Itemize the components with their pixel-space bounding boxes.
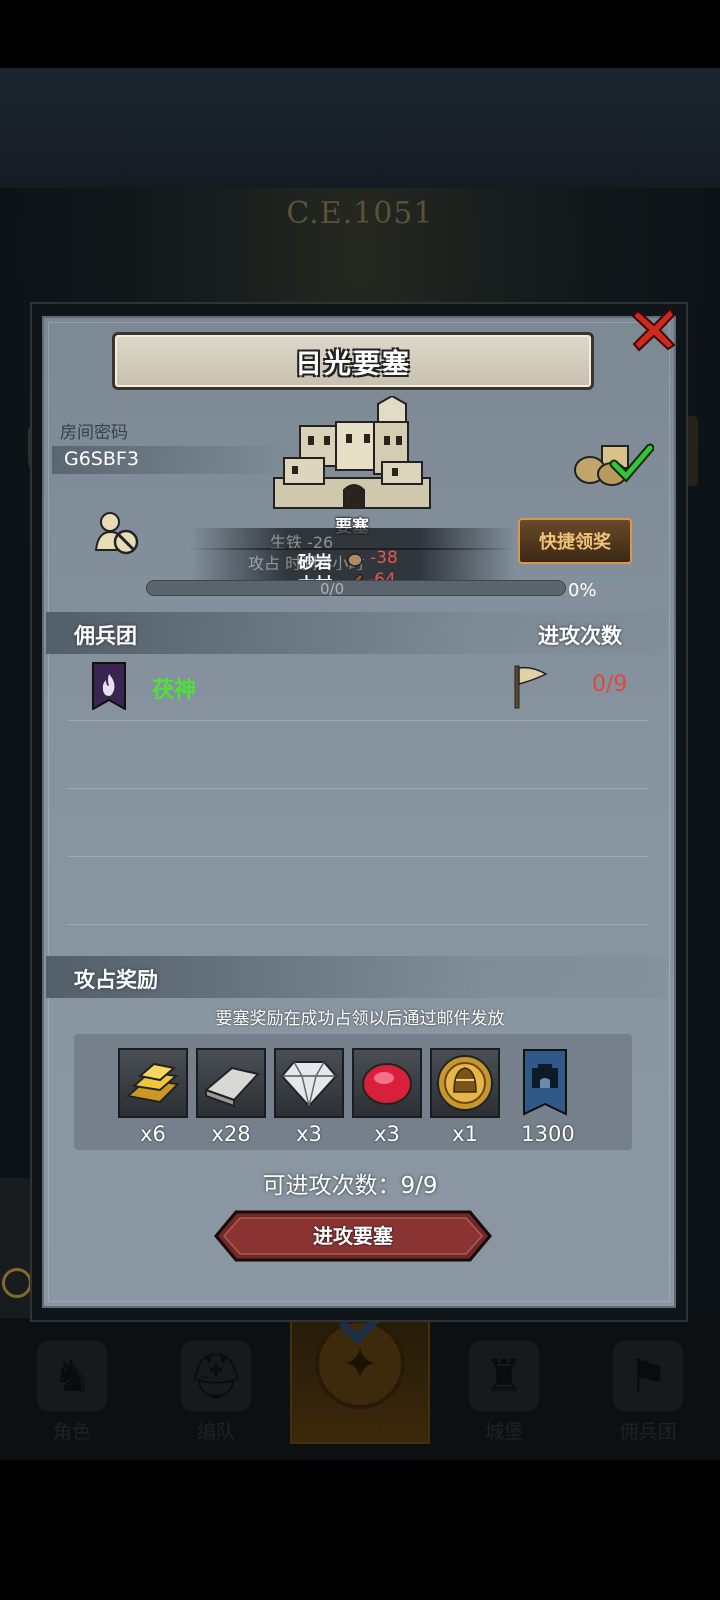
reward-qty: 1300	[521, 1122, 575, 1146]
bottom-area	[0, 1460, 720, 1600]
list-item[interactable]	[46, 654, 666, 720]
progress-percent: 0%	[568, 580, 597, 601]
reward-item[interactable]	[430, 1048, 500, 1118]
capture-progress-bar	[146, 580, 566, 596]
reward-item[interactable]	[274, 1048, 344, 1118]
gold-bar-icon	[125, 1062, 181, 1104]
quick-claim-button[interactable]: 快捷领奖	[518, 518, 632, 564]
attacks-available: 可进攻次数：9/9	[262, 1173, 438, 1199]
reward-item[interactable]	[196, 1048, 266, 1118]
iron-ingot-icon	[204, 1066, 260, 1108]
row-divider	[68, 856, 648, 857]
reward-qty: x3	[296, 1122, 322, 1146]
progress-ghost-text: 0/0	[320, 580, 345, 598]
stone-cost: -38	[370, 548, 398, 568]
quick-claim-label: 快捷领奖	[539, 532, 611, 553]
room-code-label: 房间密码	[60, 423, 128, 443]
diamond-icon	[280, 1061, 338, 1108]
reward-note: 要塞奖励在成功占领以后通过邮件发放	[215, 1009, 505, 1029]
row-divider	[68, 924, 648, 925]
reward-qty: x6	[140, 1122, 166, 1146]
mercenary-section-title: 佣兵团	[74, 624, 137, 648]
guild-attack-count: 0/9	[592, 672, 628, 697]
fortress-banner-icon[interactable]	[522, 1048, 568, 1118]
header-band	[0, 68, 720, 188]
sandstone-icon	[347, 553, 363, 567]
reward-qty: x3	[374, 1122, 400, 1146]
guild-name: 茯神	[152, 678, 197, 703]
resource-row-iron: 生铁 -26	[190, 528, 516, 552]
no-user-icon[interactable]	[94, 510, 140, 556]
attack-count-title: 进攻次数	[538, 624, 622, 648]
status-bar-area	[0, 0, 720, 68]
attack-fortress-button[interactable]: 进攻要塞	[214, 1210, 492, 1262]
guild-emblem-icon	[92, 662, 126, 710]
reward-item[interactable]	[352, 1048, 422, 1118]
fortress-icon	[273, 396, 431, 509]
gold-coin-icon	[437, 1055, 493, 1111]
row-divider	[68, 720, 648, 721]
flag-icon	[514, 665, 548, 709]
row-divider	[68, 788, 648, 789]
reward-qty: x28	[211, 1122, 251, 1146]
dialog-title-banner: 日光要塞	[112, 332, 594, 390]
reward-section-title: 攻占奖励	[74, 968, 158, 992]
reward-item[interactable]	[118, 1048, 188, 1118]
ruby-icon	[362, 1063, 412, 1105]
reward-qty: x1	[452, 1122, 478, 1146]
dialog-title: 日光要塞	[295, 348, 411, 380]
resource-row-stone: 攻占 时间 4小时 砂岩 -38	[190, 548, 516, 573]
room-code[interactable]: G6SBF3	[64, 448, 139, 470]
loot-bag-claimed-icon[interactable]	[572, 440, 654, 486]
attack-button-label: 进攻要塞	[313, 1224, 393, 1248]
close-button[interactable]	[630, 305, 678, 353]
close-icon	[631, 307, 676, 352]
